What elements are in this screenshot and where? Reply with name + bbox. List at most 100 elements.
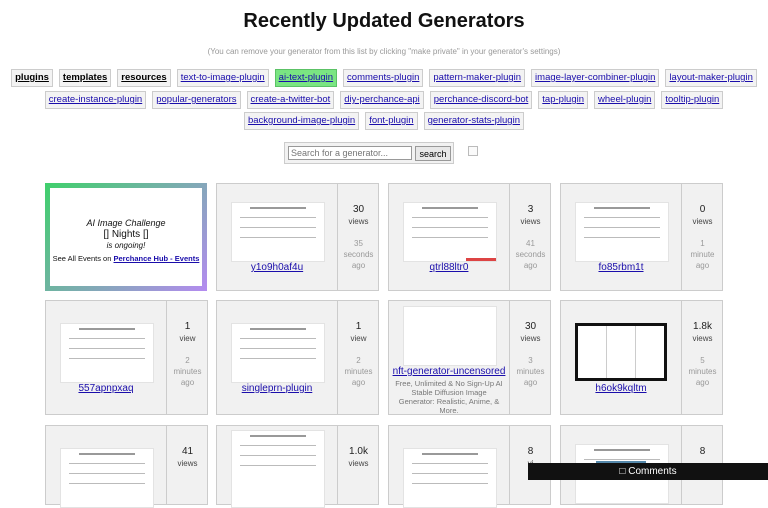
- generator-name-link[interactable]: singleprn-plugin: [217, 383, 337, 394]
- promo-events-line: See All Events on Perchance Hub - Events: [50, 254, 202, 263]
- tag-link[interactable]: comments-plugin: [343, 69, 424, 87]
- generator-thumbnail[interactable]: [231, 202, 325, 262]
- tag-link[interactable]: pattern-maker-plugin: [429, 69, 526, 87]
- generator-card[interactable]: fo85rbm1t 0 views 1 minute ago: [560, 183, 723, 291]
- generator-stats: 1 view 2 minutes ago: [166, 301, 208, 414]
- tag-link[interactable]: plugins: [11, 69, 53, 87]
- generator-card[interactable]: 41 views: [45, 425, 208, 508]
- generator-description: Free, Unlimited & No Sign-Up AI Stable D…: [395, 379, 503, 415]
- tag-link[interactable]: tap-plugin: [538, 91, 589, 109]
- tag-link[interactable]: background-image-plugin: [243, 112, 360, 130]
- generator-thumbnail[interactable]: [231, 323, 325, 383]
- updated-ago: 35 seconds ago: [338, 238, 379, 271]
- tag-row-2: create-instance-plugin popular-generators…: [0, 91, 768, 109]
- updated-ago-part: minutes: [688, 367, 717, 376]
- view-count: 30: [524, 321, 537, 332]
- generator-stats: 0 views 1 minute ago: [681, 184, 723, 290]
- updated-ago: 5 minutes ago: [682, 355, 723, 388]
- generator-card[interactable]: 1.0k views: [216, 425, 379, 508]
- updated-ago-part: ago: [351, 261, 366, 270]
- updated-ago: 41 seconds ago: [510, 238, 551, 271]
- generator-thumbnail[interactable]: [231, 430, 325, 508]
- generator-name-link[interactable]: fo85rbm1t: [561, 262, 681, 273]
- view-unit: views: [520, 334, 541, 343]
- tag-link[interactable]: wheel-plugin: [594, 91, 656, 109]
- tag-link[interactable]: image-layer-combiner-plugin: [531, 69, 660, 87]
- updated-ago-part: ago: [351, 378, 366, 387]
- updated-ago-part: minutes: [516, 367, 545, 376]
- promo-title: AI Image Challenge: [86, 218, 166, 228]
- updated-ago-part: ago: [695, 261, 710, 270]
- tag-link[interactable]: layout-maker-plugin: [665, 69, 757, 87]
- updated-ago: 1 minute ago: [682, 238, 723, 271]
- generator-stats: 30 views 35 seconds ago: [337, 184, 379, 290]
- tag-link[interactable]: diy-perchance-api: [340, 91, 424, 109]
- generator-name-link[interactable]: h6ok9kqltm: [561, 383, 681, 394]
- comments-label: Comments: [628, 466, 677, 477]
- generator-name-link[interactable]: 557apnpxaq: [46, 383, 166, 394]
- generator-card[interactable]: nft-generator-uncensored Free, Unlimited …: [388, 300, 551, 415]
- comment-icon: □: [619, 466, 626, 477]
- broken-image-icon: [468, 146, 478, 156]
- updated-ago-part: ago: [523, 378, 538, 387]
- tag-link[interactable]: font-plugin: [365, 112, 418, 130]
- generator-stats: 1.8k views 5 minutes ago: [681, 301, 723, 414]
- view-count: 1: [355, 321, 362, 332]
- view-count: 0: [699, 204, 706, 215]
- generator-thumbnail[interactable]: [403, 448, 497, 508]
- generator-name-link[interactable]: y1o9h0af4u: [217, 262, 337, 273]
- updated-ago-part: ago: [180, 378, 195, 387]
- search-input[interactable]: [288, 146, 412, 160]
- generator-thumbnail[interactable]: [575, 202, 669, 262]
- search-button[interactable]: search: [415, 146, 451, 161]
- tag-link[interactable]: templates: [58, 69, 112, 87]
- generator-name-link[interactable]: nft-generator-uncensored: [389, 366, 509, 377]
- updated-ago: 2 minutes ago: [338, 355, 379, 388]
- view-unit: views: [692, 334, 713, 343]
- view-unit: views: [177, 459, 198, 468]
- page-title: Recently Updated Generators: [243, 10, 525, 32]
- tag-link[interactable]: ai-text-plugin: [274, 69, 338, 87]
- generator-card[interactable]: y1o9h0af4u 30 views 35 seconds ago: [216, 183, 379, 291]
- perchance-hub-events-link[interactable]: Perchance Hub - Events: [114, 254, 200, 263]
- event-promo-card[interactable]: AI Image Challenge [] Nights [] is ongoi…: [45, 183, 207, 291]
- updated-ago: 2 minutes ago: [167, 355, 208, 388]
- tag-link[interactable]: perchance-discord-bot: [429, 91, 533, 109]
- generator-card[interactable]: 557apnpxaq 1 view 2 minutes ago: [45, 300, 208, 415]
- generator-thumbnail[interactable]: [403, 202, 497, 262]
- generator-thumbnail[interactable]: [575, 323, 667, 381]
- generator-card[interactable]: 8vi: [388, 425, 551, 508]
- tag-link[interactable]: generator-stats-plugin: [423, 112, 524, 130]
- generator-thumbnail[interactable]: [403, 306, 497, 366]
- generator-thumbnail[interactable]: [60, 323, 154, 383]
- updated-ago-part: minute: [690, 250, 715, 259]
- updated-ago-part: 5: [700, 356, 705, 365]
- tag-link[interactable]: tooltip-plugin: [661, 91, 724, 109]
- generator-thumbnail[interactable]: [60, 448, 154, 508]
- view-unit: views: [520, 217, 541, 226]
- comments-bar[interactable]: □ Comments: [528, 463, 768, 480]
- updated-ago-part: 41: [526, 239, 535, 248]
- tag-link[interactable]: create-instance-plugin: [44, 91, 147, 109]
- tag-link[interactable]: create-a-twitter-bot: [246, 91, 335, 109]
- view-unit: view: [179, 334, 196, 343]
- view-count: 30: [352, 204, 365, 215]
- tag-row-1: plugins templates resources text-to-image-p…: [0, 69, 768, 87]
- generator-card[interactable]: h6ok9kqltm 1.8k views 5 minutes ago: [560, 300, 723, 415]
- generator-card[interactable]: singleprn-plugin 1 view 2 minutes ago: [216, 300, 379, 415]
- generator-stats: 41 views: [166, 426, 208, 504]
- promo-nights: [] Nights []: [103, 229, 149, 240]
- updated-ago-part: ago: [695, 378, 710, 387]
- tag-link[interactable]: resources: [117, 69, 171, 87]
- view-count: 1.0k: [349, 446, 368, 457]
- generator-card[interactable]: qtrl88ltr0 3 views 41 seconds ago: [388, 183, 551, 291]
- tag-link[interactable]: text-to-image-plugin: [176, 69, 269, 87]
- view-count: 8: [699, 446, 706, 457]
- generator-stats: 1.0k views: [337, 426, 379, 504]
- view-unit: views: [348, 217, 369, 226]
- generator-stats: 1 view 2 minutes ago: [337, 301, 379, 414]
- updated-ago-part: ago: [523, 261, 538, 270]
- updated-ago-part: 1: [700, 239, 705, 248]
- tag-link[interactable]: popular-generators: [152, 91, 241, 109]
- generator-name-link[interactable]: qtrl88ltr0: [389, 262, 509, 273]
